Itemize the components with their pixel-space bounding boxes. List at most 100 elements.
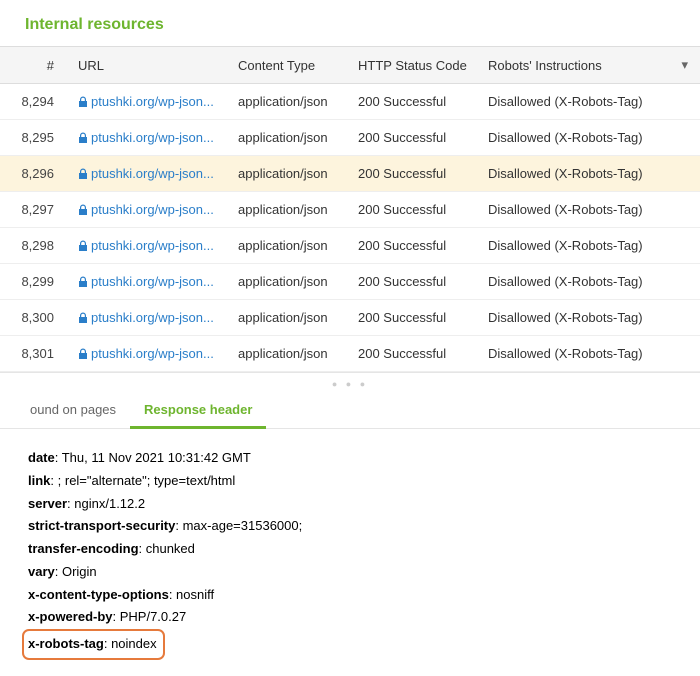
header-value: : ; rel="alternate"; type=text/html [50,473,235,488]
col-content-type[interactable]: Content Type [230,47,350,84]
cell-url: ptushki.org/wp-json... [70,192,230,228]
header-key: server [28,496,67,511]
table-row[interactable]: 8,298 ptushki.org/wp-json... application/j… [0,228,700,264]
cell-robots: Disallowed (X-Robots-Tag) [480,228,700,264]
header-line: strict-transport-security: max-age=31536… [28,515,672,538]
cell-content-type: application/json [230,264,350,300]
header-line: x-content-type-options: nosniff [28,584,672,607]
response-header-details: date: Thu, 11 Nov 2021 10:31:42 GMTlink:… [0,429,700,676]
cell-content-type: application/json [230,336,350,372]
lock-icon [78,238,91,253]
lock-icon [78,94,91,109]
cell-number: 8,300 [0,300,70,336]
table-row[interactable]: 8,299 ptushki.org/wp-json... application/j… [0,264,700,300]
section-title: Internal resources [0,0,700,46]
cell-url: ptushki.org/wp-json... [70,120,230,156]
header-key: x-content-type-options [28,587,169,602]
header-value: : nosniff [169,587,214,602]
cell-number: 8,296 [0,156,70,192]
cell-robots: Disallowed (X-Robots-Tag) [480,264,700,300]
cell-robots: Disallowed (X-Robots-Tag) [480,84,700,120]
header-key: strict-transport-security [28,518,175,533]
lock-icon [78,202,91,217]
header-value: : Thu, 11 Nov 2021 10:31:42 GMT [55,450,251,465]
cell-status: 200 Successful [350,156,480,192]
cell-content-type: application/json [230,84,350,120]
col-robots[interactable]: Robots' Instructions [480,47,672,84]
cell-status: 200 Successful [350,228,480,264]
cell-number: 8,295 [0,120,70,156]
col-number[interactable]: # [0,47,70,84]
header-value: : max-age=31536000; [175,518,302,533]
url-link[interactable]: ptushki.org/wp-json... [91,238,214,253]
cell-url: ptushki.org/wp-json... [70,300,230,336]
cell-number: 8,299 [0,264,70,300]
url-link[interactable]: ptushki.org/wp-json... [91,202,214,217]
cell-content-type: application/json [230,228,350,264]
cell-robots: Disallowed (X-Robots-Tag) [480,156,700,192]
lock-icon [78,274,91,289]
header-value: : Origin [55,564,97,579]
cell-number: 8,298 [0,228,70,264]
header-line: transfer-encoding: chunked [28,538,672,561]
table-row[interactable]: 8,295 ptushki.org/wp-json... application/j… [0,120,700,156]
lock-icon [78,346,91,361]
header-line: link: ; rel="alternate"; type=text/html [28,470,672,493]
table-row[interactable]: 8,300 ptushki.org/wp-json... application/j… [0,300,700,336]
header-value: : chunked [139,541,195,556]
cell-status: 200 Successful [350,264,480,300]
url-link[interactable]: ptushki.org/wp-json... [91,166,214,181]
table-row[interactable]: 8,294ptushki.org/wp-json...application/j… [0,84,700,120]
table-row[interactable]: 8,297 ptushki.org/wp-json... application/j… [0,192,700,228]
header-line: date: Thu, 11 Nov 2021 10:31:42 GMT [28,447,672,470]
cell-url: ptushki.org/wp-json... [70,156,230,192]
cell-status: 200 Successful [350,120,480,156]
url-link[interactable]: ptushki.org/wp-json... [91,130,214,145]
header-line: x-robots-tag: noindex [28,629,672,660]
table-row[interactable]: 8,301 ptushki.org/wp-json... application/j… [0,336,700,372]
highlighted-header: x-robots-tag: noindex [22,629,165,660]
header-key: transfer-encoding [28,541,139,556]
cell-content-type: application/json [230,156,350,192]
col-url[interactable]: URL [70,47,230,84]
url-link[interactable]: ptushki.org/wp-json... [91,94,214,109]
col-status[interactable]: HTTP Status Code [350,47,480,84]
cell-status: 200 Successful [350,192,480,228]
detail-tabs: ound on pages Response header [0,392,700,429]
cell-url: ptushki.org/wp-json... [70,264,230,300]
cell-status: 200 Successful [350,300,480,336]
header-value: : PHP/7.0.27 [113,609,187,624]
header-key: x-robots-tag [28,636,104,651]
table-row[interactable]: 8,296 ptushki.org/wp-json... application/j… [0,156,700,192]
lock-icon [78,310,91,325]
header-value: : nginx/1.12.2 [67,496,145,511]
cell-robots: Disallowed (X-Robots-Tag) [480,120,700,156]
url-link[interactable]: ptushki.org/wp-json... [91,274,214,289]
cell-robots: Disallowed (X-Robots-Tag) [480,336,700,372]
lock-icon [78,130,91,145]
cell-number: 8,301 [0,336,70,372]
cell-content-type: application/json [230,120,350,156]
lock-icon [78,166,91,181]
url-link[interactable]: ptushki.org/wp-json... [91,310,214,325]
cell-url: ptushki.org/wp-json... [70,336,230,372]
cell-content-type: application/json [230,300,350,336]
header-value: : noindex [104,636,157,651]
header-key: link [28,473,50,488]
tab-response-header[interactable]: Response header [130,392,266,429]
cell-robots: Disallowed (X-Robots-Tag) [480,192,700,228]
header-key: x-powered-by [28,609,113,624]
cell-number: 8,297 [0,192,70,228]
header-line: x-powered-by: PHP/7.0.27 [28,606,672,629]
cell-robots: Disallowed (X-Robots-Tag) [480,300,700,336]
cell-content-type: application/json [230,192,350,228]
cell-status: 200 Successful [350,336,480,372]
table-header-row: # URL Content Type HTTP Status Code Robo… [0,47,700,84]
resize-handle-icon[interactable]: ● ● ● [0,372,700,392]
cell-url: ptushki.org/wp-json... [70,84,230,120]
chevron-down-icon[interactable]: ▾ [672,47,700,84]
cell-url: ptushki.org/wp-json... [70,228,230,264]
tab-found-on-pages[interactable]: ound on pages [16,392,130,428]
cell-status: 200 Successful [350,84,480,120]
url-link[interactable]: ptushki.org/wp-json... [91,346,214,361]
